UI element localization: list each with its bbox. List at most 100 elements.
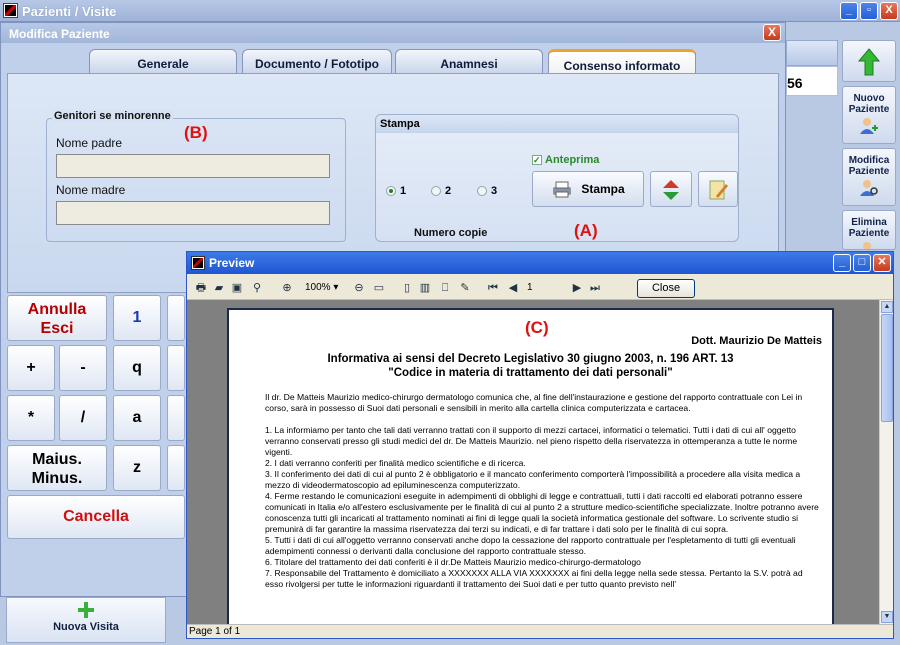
plus-icon (78, 602, 94, 618)
scrollbar-thumb[interactable] (881, 314, 893, 422)
nuova-visita-button[interactable]: Nuova Visita (6, 597, 166, 643)
mother-label: Nome madre (56, 183, 126, 197)
document-body: Il dr. De Matteis Maurizio medico-chirur… (265, 392, 821, 590)
zoom-out-icon[interactable]: ⊖ (351, 280, 367, 296)
dialog-close-button[interactable]: X (763, 24, 781, 41)
zoom-select[interactable]: 100% ▾ (305, 282, 338, 293)
preview-maximize-button[interactable]: □ (853, 254, 871, 272)
tab-consenso-informato[interactable]: Consenso informato (548, 49, 696, 75)
key-slash[interactable]: / (59, 395, 107, 441)
radio-label-2: 2 (445, 185, 452, 197)
notepad-pencil-icon (709, 180, 728, 200)
fit-page-icon[interactable]: ▭ (371, 280, 387, 296)
key-partial[interactable] (167, 345, 185, 391)
key-asterisk[interactable]: * (7, 395, 55, 441)
mother-name-input[interactable] (56, 201, 330, 225)
radio-icon (477, 186, 487, 196)
zoom-in-icon[interactable]: ⊕ (279, 280, 295, 296)
tab-anamnesi[interactable]: Anamnesi (395, 49, 543, 75)
prev-page-icon[interactable]: ◀ (505, 280, 521, 296)
preview-window-controls: _ □ ✕ (833, 254, 891, 272)
anteprima-label: Anteprima (545, 154, 600, 166)
radio-icon (431, 186, 441, 196)
stampa-header: Stampa (376, 115, 738, 133)
annulla-esci-key[interactable]: Annulla Esci (7, 295, 107, 341)
key-q[interactable]: q (113, 345, 161, 391)
stampa-button[interactable]: Stampa (532, 171, 644, 207)
close-button[interactable]: X (880, 2, 898, 20)
tab-strip: Generale Documento / Fototipo Anamnesi C… (1, 45, 785, 75)
modifica-paziente-button[interactable]: Modifica Paziente (842, 148, 896, 206)
key-partial[interactable] (167, 445, 185, 491)
maius-minus-key[interactable]: Maius. Minus. (7, 445, 107, 491)
multi-page-icon[interactable]: ▥ (417, 280, 433, 296)
tab-generale[interactable]: Generale (89, 49, 237, 75)
preview-toolbar: 🖶 ▰ ▣ ⚲ ⊕ 100% ▾ ⊖ ▭ ▯ ▥ ⎕ ✎ ⏮ ◀ 1 ▶ ⏭ C… (187, 276, 893, 300)
key-1[interactable]: 1 (113, 295, 161, 341)
scroll-up-arrow-icon[interactable]: ▲ (881, 301, 893, 313)
radio-label-3: 3 (491, 185, 498, 197)
preview-minimize-button[interactable]: _ (833, 254, 851, 272)
key-minus[interactable]: - (59, 345, 107, 391)
document-page: (C) Dott. Maurizio De Matteis Informativ… (227, 308, 834, 624)
copies-radio-2[interactable]: 2 (431, 185, 451, 197)
up-arrow-icon (857, 48, 881, 76)
stampa-button-label: Stampa (581, 182, 625, 196)
next-page-icon[interactable]: ▶ (569, 280, 585, 296)
print-icon[interactable]: 🖶 (193, 280, 209, 296)
first-page-icon[interactable]: ⏮ (485, 280, 501, 296)
anteprima-checkbox[interactable]: ✓ Anteprima (532, 154, 599, 166)
app-logo-icon (3, 3, 18, 18)
document-intro: Il dr. De Matteis Maurizio medico-chirur… (265, 392, 803, 413)
nuovo-paziente-button[interactable]: Nuovo Paziente (842, 86, 896, 144)
genitori-group-label: Genitori se minorenne (52, 110, 173, 122)
arrows-updown-icon (663, 180, 679, 200)
document-author: Dott. Maurizio De Matteis (691, 335, 822, 347)
scroll-down-arrow-icon[interactable]: ▼ (881, 611, 893, 623)
father-name-input[interactable] (56, 154, 330, 178)
single-page-icon[interactable]: ▯ (399, 280, 415, 296)
stampa-group: Stampa ✓ Anteprima 1 2 3 Numero copie St (375, 114, 739, 242)
save-icon[interactable]: ▣ (229, 280, 245, 296)
key-a[interactable]: a (113, 395, 161, 441)
preview-status-bar: Page 1 of 1 (187, 624, 893, 638)
printer-icon (553, 181, 571, 198)
key-z[interactable]: z (113, 445, 161, 491)
key-plus[interactable]: + (7, 345, 55, 391)
maximize-button[interactable]: ▫ (860, 2, 878, 20)
open-folder-icon[interactable]: ▰ (211, 280, 227, 296)
key-partial[interactable] (167, 395, 185, 441)
nuova-visita-label: Nuova Visita (53, 621, 119, 633)
annulla-label: Annulla (27, 301, 87, 318)
app-titlebar: Pazienti / Visite _ ▫ X (0, 0, 900, 22)
export-button[interactable] (650, 171, 692, 207)
document-title-line2: "Codice in materia di trattamento dei da… (388, 367, 673, 379)
annotation-b: (B) (184, 123, 208, 142)
find-icon[interactable]: ⚲ (249, 280, 265, 296)
document-point: 6. Titolare del trattamento dei dati con… (265, 557, 641, 567)
preview-close-button[interactable]: Close (637, 279, 695, 298)
book-icon[interactable]: ⎕ (437, 280, 453, 296)
preview-close-x-button[interactable]: ✕ (873, 254, 891, 272)
tab-documento-fototipo[interactable]: Documento / Fototipo (242, 49, 392, 75)
grid-header (786, 40, 838, 66)
copies-radio-3[interactable]: 3 (477, 185, 497, 197)
edit-page-icon[interactable]: ✎ (457, 280, 473, 296)
vertical-scrollbar[interactable]: ▲ ▼ (879, 300, 893, 624)
cancella-key[interactable]: Cancella (7, 495, 185, 539)
document-point: 4. Ferme restando le comunicazioni esegu… (265, 491, 819, 534)
esci-label: Esci (40, 320, 74, 337)
document-title: Informativa ai sensi del Decreto Legisla… (229, 352, 832, 380)
notes-button[interactable] (698, 171, 738, 207)
minimize-button[interactable]: _ (840, 2, 858, 20)
copies-radio-1[interactable]: 1 (386, 185, 406, 197)
app-window: Pazienti / Visite _ ▫ X 56 Nuovo Pazient… (0, 0, 900, 645)
preview-viewport[interactable]: (C) Dott. Maurizio De Matteis Informativ… (187, 300, 879, 624)
document-point: 2. I dati verranno conferiti per finalit… (265, 458, 526, 468)
scroll-up-button[interactable] (842, 40, 896, 82)
page-number-input[interactable]: 1 (527, 282, 533, 293)
key-partial[interactable] (167, 295, 185, 341)
father-label: Nome padre (56, 136, 123, 150)
last-page-icon[interactable]: ⏭ (587, 280, 603, 296)
elimina-paziente-button[interactable]: Elimina Paziente (842, 210, 896, 250)
